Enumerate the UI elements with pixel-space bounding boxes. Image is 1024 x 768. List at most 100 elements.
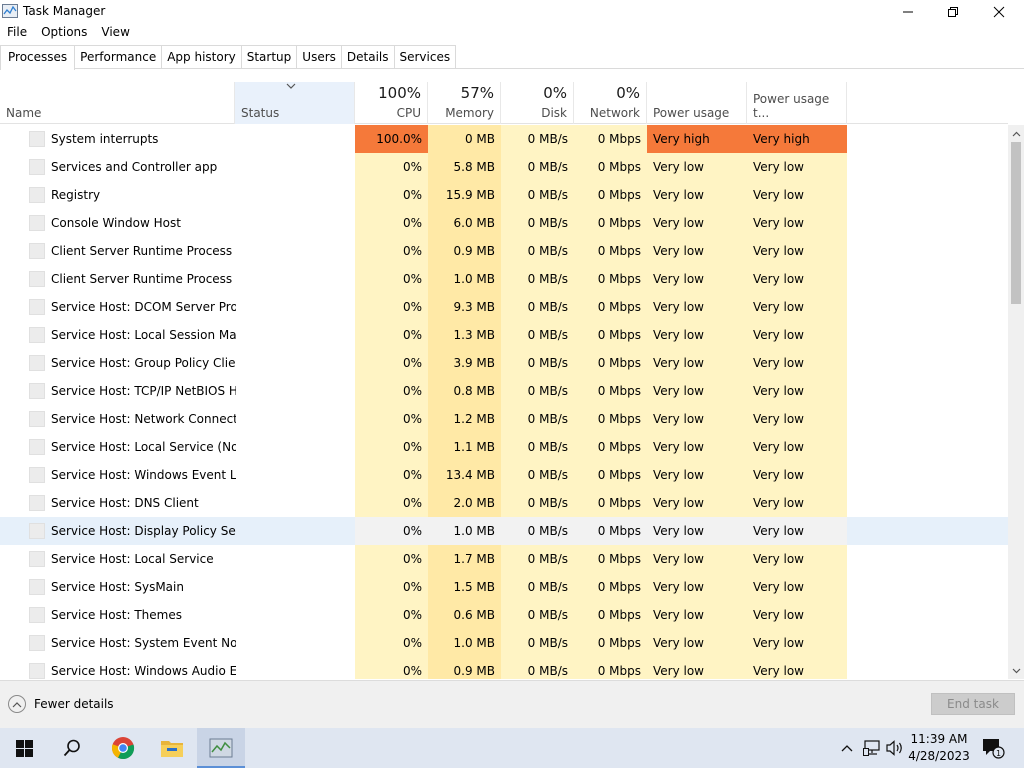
- tab-performance[interactable]: Performance: [74, 45, 163, 68]
- chrome-taskbar-button[interactable]: [99, 728, 147, 768]
- process-disk: 0 MB/s: [501, 517, 574, 545]
- table-row[interactable]: Service Host: Display Policy Serv... 0%1.…: [0, 517, 1008, 545]
- column-header-row: Name Status 100% CPU 57% Memory 0% Disk …: [0, 82, 1008, 124]
- windows-start-icon: [15, 739, 33, 757]
- process-power-usage: Very low: [647, 377, 747, 405]
- table-row[interactable]: Service Host: DCOM Server Proc... 0% 9.3 M…: [0, 293, 1008, 321]
- end-task-button[interactable]: End task: [931, 693, 1015, 715]
- process-network: 0 Mbps: [574, 125, 647, 153]
- vertical-scrollbar[interactable]: [1008, 125, 1024, 679]
- column-status[interactable]: Status: [235, 82, 355, 124]
- table-row[interactable]: Service Host: Local Session Man... 0% 1.3 …: [0, 321, 1008, 349]
- table-row[interactable]: Service Host: Local Service (No ... 0% 1.1…: [0, 433, 1008, 461]
- task-manager-taskbar-button[interactable]: [197, 728, 245, 768]
- process-disk: 0 MB/s: [501, 293, 574, 321]
- column-name[interactable]: Name: [0, 82, 235, 124]
- table-row[interactable]: Client Server Runtime Process 0% 1.0 MB 0 M…: [0, 265, 1008, 293]
- process-status: [235, 125, 355, 153]
- tab-processes[interactable]: Processes: [0, 45, 76, 70]
- table-row[interactable]: Console Window Host 0% 6.0 MB 0 MB/s 0 Mbps V…: [0, 209, 1008, 237]
- process-power-usage: Very low: [647, 237, 747, 265]
- scrollbar-thumb[interactable]: [1011, 142, 1021, 304]
- process-power-usage-trend: Very low: [747, 629, 847, 657]
- process-memory: 0.6 MB: [428, 601, 501, 629]
- process-icon: [29, 159, 45, 175]
- process-name: Service Host: Windows Audio E...: [51, 664, 236, 678]
- tab-users[interactable]: Users: [296, 45, 342, 68]
- process-name: Service Host: System Event Noti...: [51, 636, 236, 650]
- process-icon: [29, 495, 45, 511]
- table-row[interactable]: Service Host: Group Policy Client 0% 3.9 M…: [0, 349, 1008, 377]
- process-power-usage-trend: Very low: [747, 405, 847, 433]
- fewer-details-button[interactable]: Fewer details: [8, 695, 114, 713]
- process-memory: 0 MB: [428, 125, 501, 153]
- process-disk: 0 MB/s: [501, 209, 574, 237]
- process-power-usage-trend: Very low: [747, 181, 847, 209]
- scroll-up-button[interactable]: [1008, 125, 1024, 142]
- column-disk[interactable]: 0% Disk: [501, 82, 574, 124]
- process-disk: 0 MB/s: [501, 377, 574, 405]
- process-power-usage-trend: Very low: [747, 237, 847, 265]
- restore-icon: [948, 6, 958, 17]
- network-tray-button[interactable]: [861, 728, 883, 768]
- process-power-usage: Very low: [647, 209, 747, 237]
- table-row[interactable]: Service Host: Windows Event Log 0% 13.4 MB…: [0, 461, 1008, 489]
- process-network: 0 Mbps: [574, 573, 647, 601]
- table-row[interactable]: Service Host: Themes 0% 0.6 MB 0 MB/s 0 Mbps…: [0, 601, 1008, 629]
- action-center-button[interactable]: 1: [978, 728, 1008, 768]
- volume-tray-button[interactable]: [884, 728, 906, 768]
- process-status: [235, 489, 355, 517]
- menu-view[interactable]: View: [94, 23, 136, 43]
- process-icon: [29, 579, 45, 595]
- tray-overflow-button[interactable]: [838, 728, 856, 768]
- process-power-usage: Very low: [647, 293, 747, 321]
- tab-startup[interactable]: Startup: [240, 45, 298, 68]
- menu-file[interactable]: File: [0, 23, 34, 43]
- process-power-usage: Very low: [647, 349, 747, 377]
- file-explorer-taskbar-button[interactable]: [148, 728, 196, 768]
- table-row[interactable]: Service Host: Windows Audio E... 0% 0.9 MB…: [0, 657, 1008, 679]
- process-network: 0 Mbps: [574, 517, 647, 545]
- process-power-usage: Very low: [647, 517, 747, 545]
- process-cpu: 0%: [355, 209, 428, 237]
- tab-details[interactable]: Details: [340, 45, 395, 68]
- table-row[interactable]: Registry 0% 15.9 MB 0 MB/s 0 Mbps Very low Ver…: [0, 181, 1008, 209]
- table-row[interactable]: Services and Controller app 0% 5.8 MB 0 MB/…: [0, 153, 1008, 181]
- table-row[interactable]: Service Host: System Event Noti... 0%1.0 …: [0, 629, 1008, 657]
- menu-options[interactable]: Options: [34, 23, 94, 43]
- column-power-usage-trend[interactable]: Power usage t...: [747, 82, 847, 124]
- process-cpu: 0%: [355, 545, 428, 573]
- close-button[interactable]: [976, 0, 1022, 23]
- column-network[interactable]: 0% Network: [574, 82, 647, 124]
- title-bar: Task Manager: [0, 0, 1024, 23]
- table-row[interactable]: Service Host: SysMain 0% 1.5 MB 0 MB/s 0 Mbp…: [0, 573, 1008, 601]
- table-row[interactable]: Client Server Runtime Process 0% 0.9 MB 0 M…: [0, 237, 1008, 265]
- scroll-down-button[interactable]: [1008, 662, 1024, 679]
- column-memory[interactable]: 57% Memory: [428, 82, 501, 124]
- table-row[interactable]: Service Host: Network Connecti... 0% 1.2 M…: [0, 405, 1008, 433]
- column-disk-label: Disk: [541, 106, 567, 120]
- column-cpu[interactable]: 100% CPU: [355, 82, 428, 124]
- process-power-usage-trend: Very low: [747, 545, 847, 573]
- start-button[interactable]: [0, 728, 48, 768]
- search-button[interactable]: [48, 728, 96, 768]
- table-row[interactable]: Service Host: TCP/IP NetBIOS H... 0% 0.8 M…: [0, 377, 1008, 405]
- process-power-usage-trend: Very low: [747, 517, 847, 545]
- column-network-label: Network: [589, 106, 640, 120]
- clock-time: 11:39 AM: [910, 732, 968, 746]
- restore-button[interactable]: [930, 0, 976, 23]
- table-row[interactable]: Service Host: DNS Client 0% 2.0 MB 0 MB/s 0 …: [0, 489, 1008, 517]
- taskbar-clock[interactable]: 11:39 AM 4/28/2023: [906, 731, 972, 765]
- tab-services[interactable]: Services: [393, 45, 457, 68]
- tab-app-history[interactable]: App history: [161, 45, 242, 68]
- process-cpu: 0%: [355, 629, 428, 657]
- table-row[interactable]: System interrupts 100.0% 0 MB 0 MB/s 0 Mbps V…: [0, 125, 1008, 153]
- task-manager-app-icon: [2, 4, 18, 18]
- column-power-usage[interactable]: Power usage: [647, 82, 747, 124]
- close-icon: [993, 6, 1005, 17]
- minimize-button[interactable]: [885, 0, 931, 23]
- process-disk: 0 MB/s: [501, 573, 574, 601]
- process-power-usage: Very low: [647, 601, 747, 629]
- table-row[interactable]: Service Host: Local Service 0% 1.7 MB 0 MB/…: [0, 545, 1008, 573]
- process-icon: [29, 411, 45, 427]
